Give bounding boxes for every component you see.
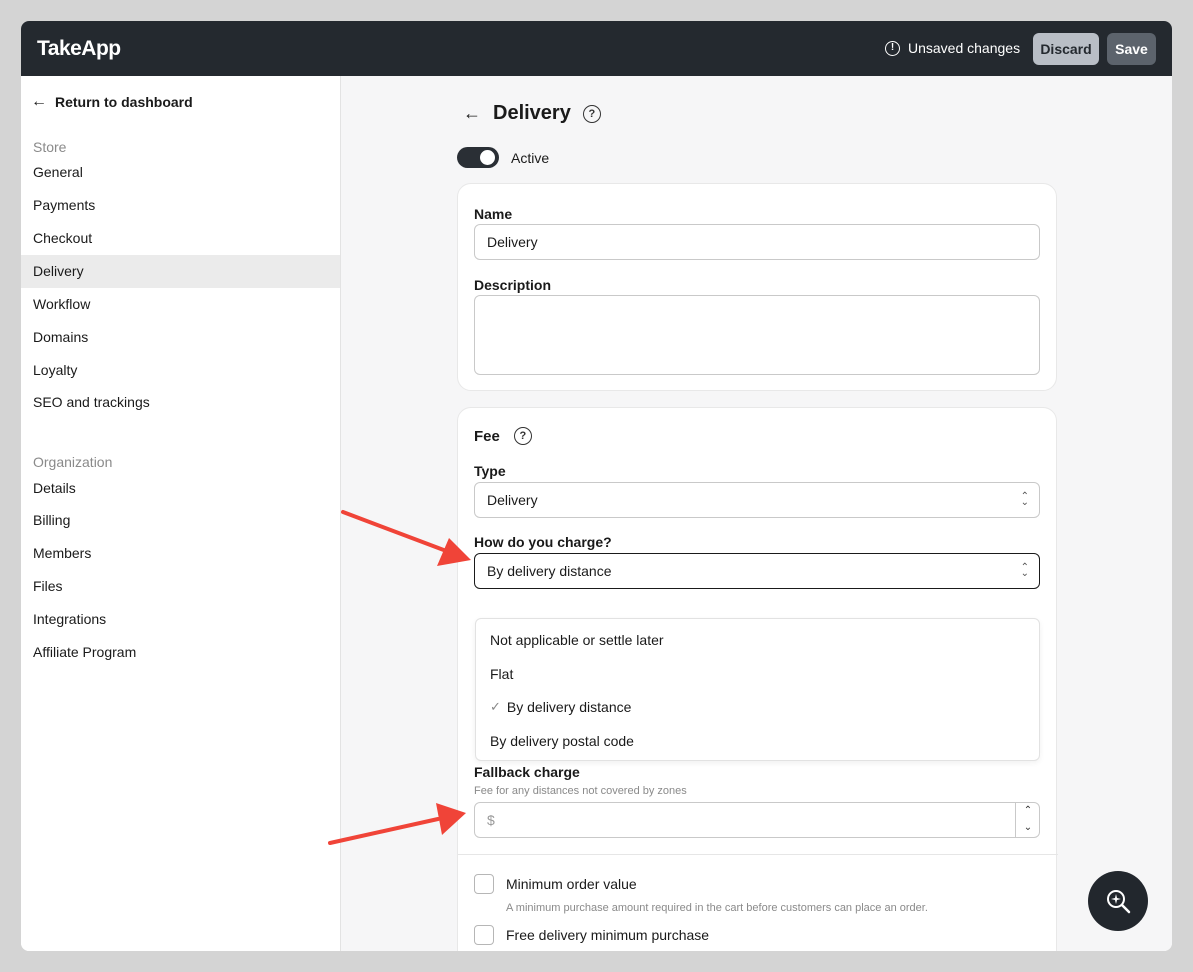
fallback-placeholder: $	[487, 812, 495, 828]
option-flat[interactable]: Flat	[490, 666, 513, 682]
magnify-sparkle-icon	[1107, 890, 1131, 914]
organization-section-heading: Organization	[33, 454, 113, 470]
alert-circle-icon: !	[885, 40, 900, 56]
fallback-help-text: Fee for any distances not covered by zon…	[474, 785, 687, 797]
option-label: By delivery distance	[506, 699, 632, 715]
help-icon[interactable]: ?	[582, 104, 601, 123]
sidebar-item-billing[interactable]: Billing	[21, 504, 340, 537]
sidebar-item-seo[interactable]: SEO and trackings	[21, 386, 340, 419]
min-order-row: Minimum order value	[474, 874, 637, 894]
fallback-charge-input[interactable]: $ ⌃ ⌄	[474, 802, 1040, 838]
save-button[interactable]: Save	[1107, 33, 1156, 65]
page-title: Delivery	[493, 102, 571, 124]
free-delivery-checkbox[interactable]	[474, 925, 494, 945]
chevron-updown-icon: ⌃ ⌄	[1020, 562, 1029, 579]
top-bar: TakeApp ! Unsaved changes Discard Save	[21, 21, 1172, 76]
name-label: Name	[474, 206, 513, 222]
name-value: Delivery	[487, 234, 538, 250]
option-label: Flat	[490, 666, 514, 682]
charge-value: By delivery distance	[487, 563, 612, 579]
type-value: Delivery	[487, 492, 538, 508]
active-label: Active	[511, 149, 550, 166]
sidebar-item-files[interactable]: Files	[21, 570, 340, 603]
return-to-dashboard-link[interactable]: ← Return to dashboard	[31, 93, 193, 111]
free-delivery-row: Free delivery minimum purchase	[474, 925, 709, 945]
assistant-button[interactable]	[1088, 871, 1148, 931]
unsaved-indicator: ! Unsaved changes	[885, 40, 1020, 56]
check-icon: ✓	[490, 699, 501, 714]
annotation-arrow-icon	[341, 510, 471, 566]
sidebar-item-workflow[interactable]: Workflow	[21, 288, 340, 321]
fee-title-row: Fee ?	[474, 427, 532, 445]
app-window: TakeApp ! Unsaved changes Discard Save ←…	[21, 21, 1172, 951]
divider	[458, 854, 1058, 855]
sidebar-item-domains[interactable]: Domains	[21, 321, 340, 354]
chevron-up-icon[interactable]: ⌃	[1016, 805, 1040, 816]
arrow-left-icon: ←	[31, 93, 47, 110]
sidebar-item-affiliate[interactable]: Affiliate Program	[21, 636, 340, 669]
sidebar-item-details[interactable]: Details	[21, 472, 340, 505]
description-label: Description	[474, 277, 552, 293]
fee-help-icon[interactable]: ?	[513, 427, 532, 445]
sidebar-item-general[interactable]: General	[21, 156, 340, 189]
logo: TakeApp	[37, 37, 121, 60]
option-by-delivery-distance[interactable]: ✓ By delivery distance	[490, 699, 631, 715]
type-select[interactable]: Delivery ⌃ ⌄	[474, 482, 1040, 518]
type-label: Type	[474, 463, 506, 479]
sidebar-item-checkout[interactable]: Checkout	[21, 222, 340, 255]
chevron-updown-icon: ⌃ ⌄	[1020, 491, 1029, 508]
sidebar-item-members[interactable]: Members	[21, 537, 340, 570]
free-delivery-label: Free delivery minimum purchase	[506, 927, 710, 943]
store-section-heading: Store	[33, 139, 67, 155]
charge-dropdown-menu: Not applicable or settle later Flat ✓ By…	[475, 618, 1040, 761]
name-input[interactable]: Delivery	[474, 224, 1040, 260]
sidebar-item-payments[interactable]: Payments	[21, 189, 340, 222]
sidebar-item-delivery[interactable]: Delivery	[21, 255, 340, 288]
option-label: Not applicable or settle later	[490, 632, 664, 648]
discard-button[interactable]: Discard	[1033, 33, 1099, 65]
back-arrow-icon[interactable]: ←	[463, 103, 481, 124]
active-toggle-row: Active	[457, 147, 549, 168]
active-toggle[interactable]	[457, 147, 499, 168]
annotation-arrow-icon	[328, 803, 466, 845]
min-order-checkbox[interactable]	[474, 874, 494, 894]
details-card: Name Delivery Description	[457, 183, 1057, 391]
chevron-down-icon[interactable]: ⌄	[1016, 822, 1040, 833]
min-order-help: A minimum purchase amount required in th…	[506, 902, 928, 914]
option-by-postal-code[interactable]: By delivery postal code	[490, 733, 634, 749]
fallback-label: Fallback charge	[474, 764, 580, 780]
charge-select[interactable]: By delivery distance ⌃ ⌄	[474, 553, 1040, 589]
option-not-applicable[interactable]: Not applicable or settle later	[490, 632, 664, 648]
option-label: By delivery postal code	[490, 733, 634, 749]
description-textarea[interactable]	[474, 295, 1040, 375]
fee-title: Fee	[474, 427, 500, 445]
charge-label: How do you charge?	[474, 534, 612, 550]
min-order-label: Minimum order value	[506, 876, 637, 892]
unsaved-text: Unsaved changes	[908, 40, 1021, 56]
page-header: ← Delivery ?	[463, 102, 601, 125]
return-label: Return to dashboard	[55, 94, 193, 110]
number-stepper[interactable]: ⌃ ⌄	[1015, 803, 1039, 837]
sidebar-item-integrations[interactable]: Integrations	[21, 603, 340, 636]
sidebar-item-loyalty[interactable]: Loyalty	[21, 354, 340, 387]
sidebar: ← Return to dashboard Store General Paym…	[21, 76, 341, 951]
